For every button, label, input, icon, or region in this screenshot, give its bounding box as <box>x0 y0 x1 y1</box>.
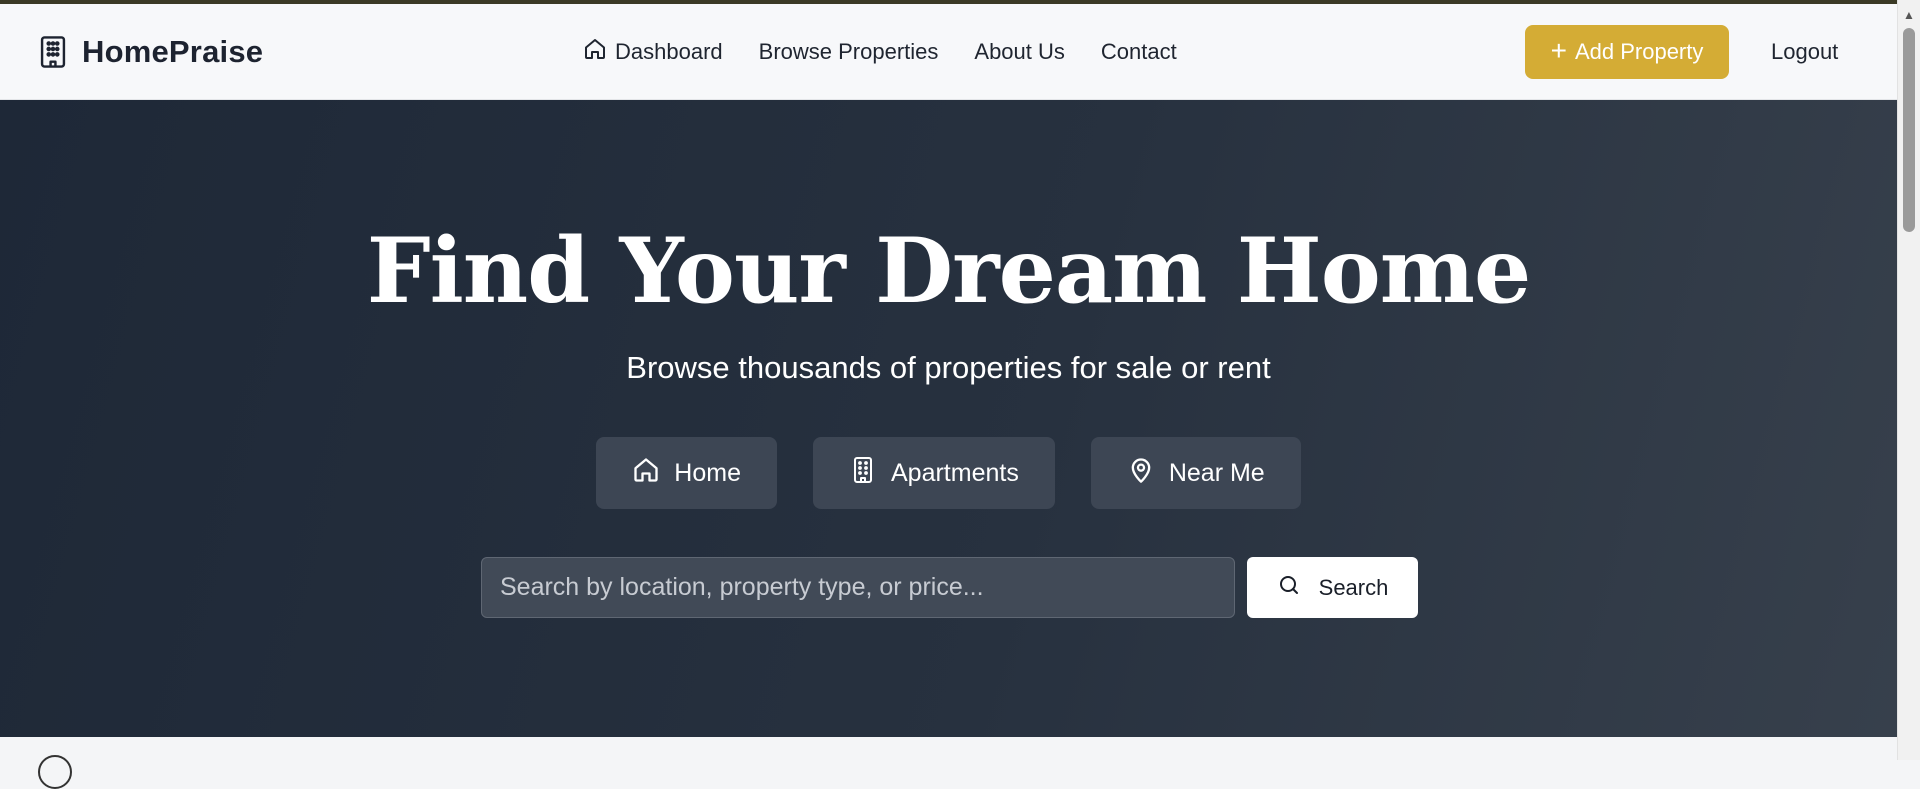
map-pin-icon <box>1127 456 1155 491</box>
search-icon <box>1277 573 1301 603</box>
chip-label: Home <box>674 458 741 487</box>
hero-title: Find Your Dream Home <box>366 218 1532 324</box>
home-icon <box>583 37 607 67</box>
nav-link-label: Browse Properties <box>758 39 939 64</box>
nav-link-label: Dashboard <box>615 39 723 64</box>
nav-link-browse-properties[interactable]: Browse Properties <box>759 39 939 65</box>
nav-link-label: Contact <box>1100 39 1177 64</box>
add-property-button[interactable]: + Add Property <box>1525 25 1729 79</box>
chip-near-me[interactable]: Near Me <box>1090 437 1301 509</box>
building-icon <box>38 35 68 69</box>
chip-home[interactable]: Home <box>596 437 777 509</box>
building-icon <box>849 456 877 491</box>
chip-label: Near Me <box>1168 458 1265 487</box>
brand-name: HomePraise <box>82 34 264 69</box>
home-icon <box>632 456 660 491</box>
nav-link-contact[interactable]: Contact <box>1101 39 1177 65</box>
content-below-fold <box>0 737 1897 789</box>
chip-label: Apartments <box>890 458 1019 487</box>
partial-icon <box>38 755 72 789</box>
main-nav: Dashboard Browse Properties About Us Con… <box>583 37 1213 67</box>
plus-icon: + <box>1550 34 1567 66</box>
scroll-thumb[interactable] <box>1903 28 1915 232</box>
add-property-label: Add Property <box>1574 39 1704 64</box>
nav-link-about-us[interactable]: About Us <box>974 39 1065 65</box>
nav-link-label: About Us <box>974 39 1065 64</box>
search-button[interactable]: Search <box>1247 557 1418 618</box>
hero-section: Find Your Dream Home Browse thousands of… <box>0 100 1897 737</box>
hero-subtitle: Browse thousands of properties for sale … <box>626 350 1271 385</box>
scroll-up-arrow-icon[interactable]: ▲ <box>1898 8 1920 22</box>
nav-link-dashboard[interactable]: Dashboard <box>583 37 723 67</box>
page-scrollbar[interactable]: ▲ <box>1897 0 1920 760</box>
brand[interactable]: HomePraise <box>38 34 263 70</box>
search-input[interactable] <box>481 557 1235 618</box>
search-bar: Search <box>481 557 1418 618</box>
navbar: HomePraise Dashboard Browse Properties A… <box>0 4 1897 100</box>
search-button-label: Search <box>1318 574 1389 600</box>
category-chips: Home Apartments Near Me <box>0 437 1897 509</box>
logout-link[interactable]: Logout <box>1771 39 1838 65</box>
chip-apartments[interactable]: Apartments <box>812 437 1055 509</box>
